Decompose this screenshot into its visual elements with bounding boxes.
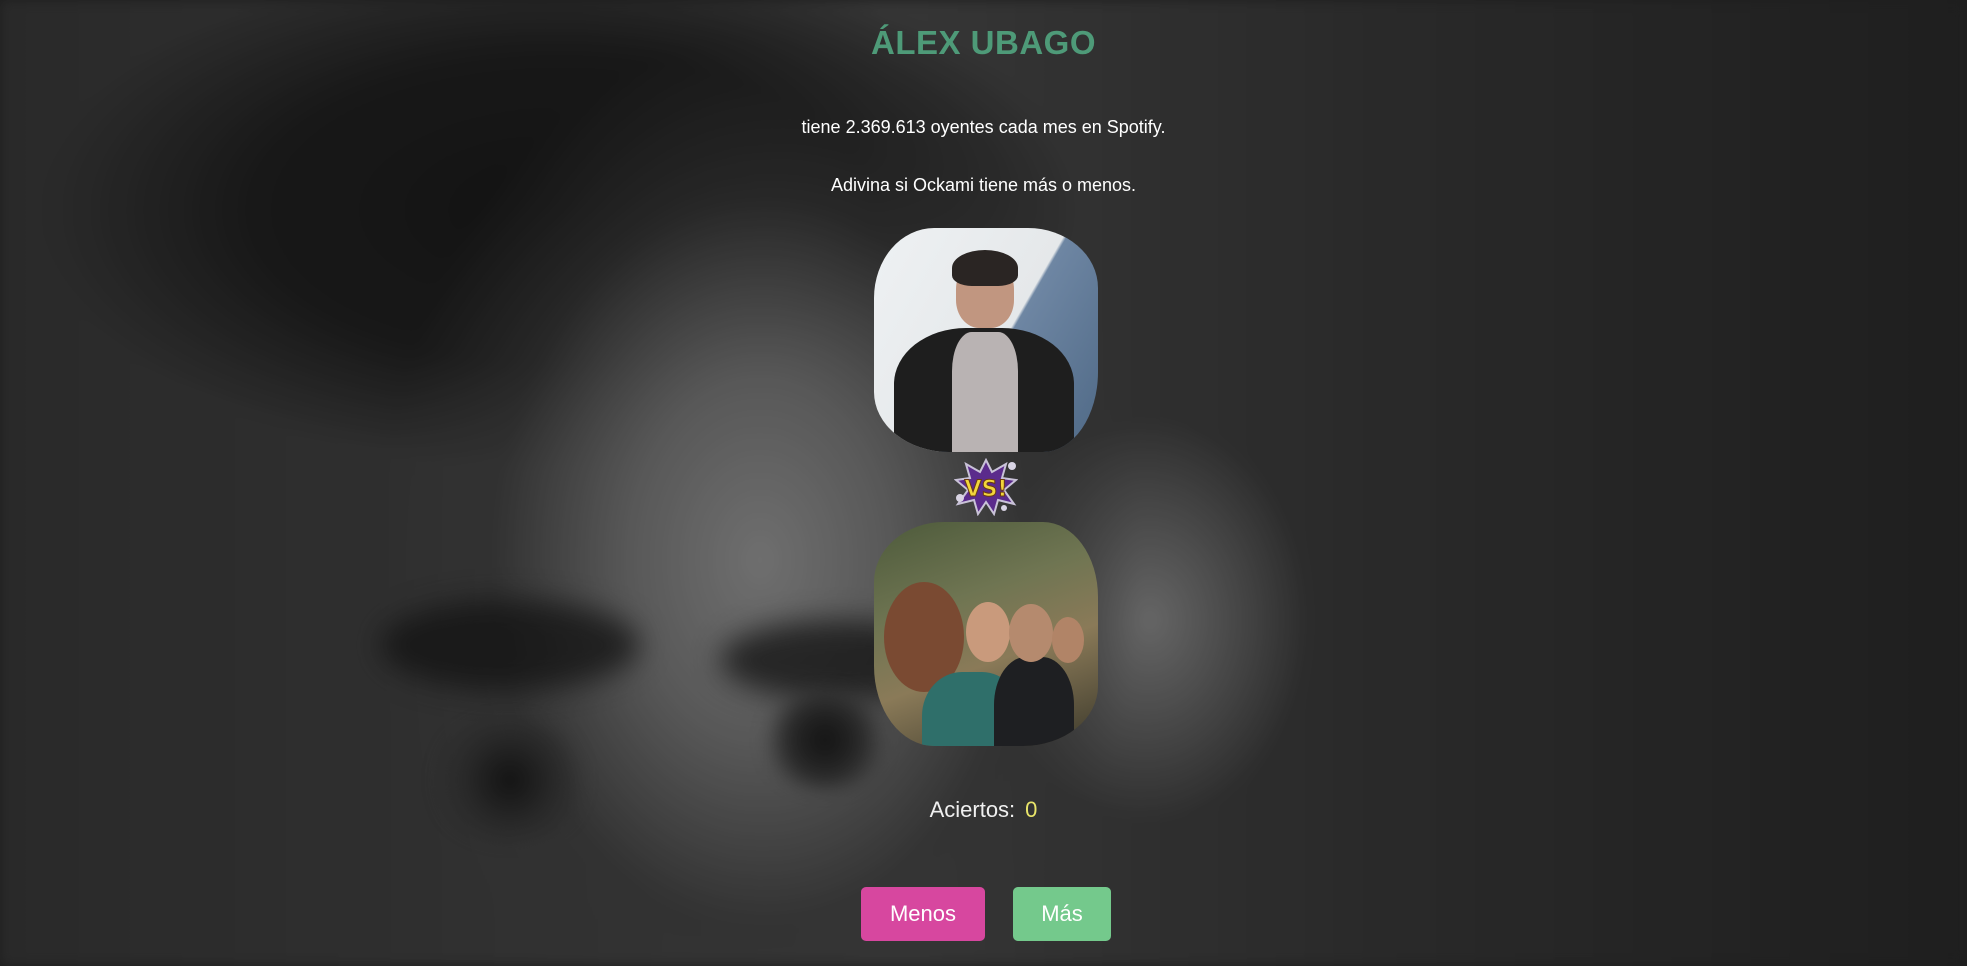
score-value: 0 xyxy=(1025,797,1038,822)
current-artist-photo xyxy=(874,228,1098,452)
photo-figure-jacket xyxy=(994,657,1074,746)
photo-figure-face xyxy=(1052,617,1084,663)
game-content: ÁLEX UBAGO tiene 2.369.613 oyentes cada … xyxy=(0,0,1967,966)
game-screen: ÁLEX UBAGO tiene 2.369.613 oyentes cada … xyxy=(0,0,1967,966)
vs-badge: VS! xyxy=(954,458,1018,516)
photo-figure-shirt xyxy=(952,332,1018,452)
photo-figure-hair xyxy=(952,250,1018,286)
more-button[interactable]: Más xyxy=(1013,887,1111,941)
listeners-text: tiene 2.369.613 oyentes cada mes en Spot… xyxy=(801,117,1166,137)
vs-dot-icon xyxy=(1001,505,1007,511)
vs-dot-icon xyxy=(956,494,964,502)
photo-figure-face xyxy=(1009,604,1053,662)
vs-dot-icon xyxy=(1008,462,1016,470)
guess-prompt: Adivina si Ockami tiene más o menos. xyxy=(830,175,1137,195)
score-label: Aciertos: xyxy=(929,797,1016,822)
vs-text: VS! xyxy=(965,477,1008,502)
challenger-artist-photo xyxy=(874,522,1098,746)
artist-name: ÁLEX UBAGO xyxy=(870,24,1096,61)
score-display: Aciertos: 0 xyxy=(0,797,1967,823)
photo-figure-face xyxy=(966,602,1010,662)
less-button[interactable]: Menos xyxy=(861,887,985,941)
